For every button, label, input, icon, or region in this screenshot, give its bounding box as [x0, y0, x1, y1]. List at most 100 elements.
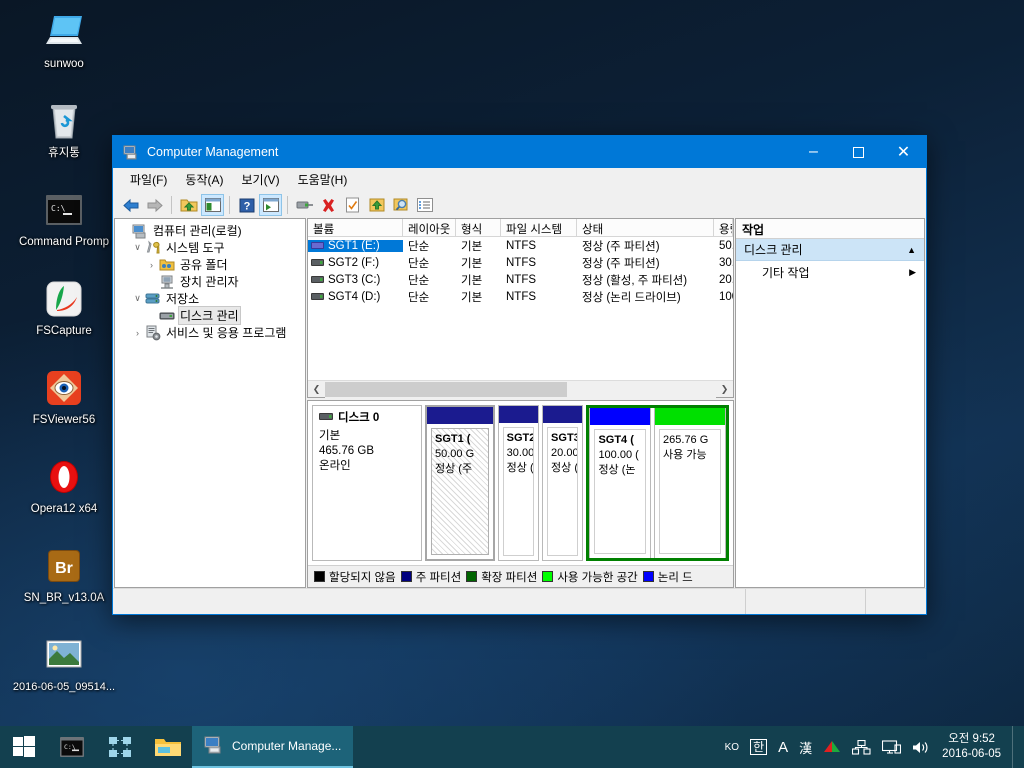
menu-file[interactable]: 파일(F) [121, 168, 176, 191]
ime-hanja-icon[interactable]: 漢 [794, 726, 817, 768]
column-header-capacity[interactable]: 용량 [714, 219, 733, 237]
cell-fs: NTFS [506, 239, 537, 252]
volume-list-rows: SGT1 (E:) 단순 기본 NTFS 정상 (주 파티션) 50.00 [308, 237, 733, 380]
partition-sgt1[interactable]: SGT1 ( 50.00 G 정상 (주 [425, 405, 495, 561]
desktop-icon-opera[interactable]: Opera12 x64 [0, 449, 128, 520]
legend-unallocated: 할당되지 않음 [314, 569, 396, 585]
maximize-button[interactable] [836, 136, 881, 168]
column-header-file-system[interactable]: 파일 시스템 [501, 219, 577, 237]
tree-item-computer-management[interactable]: 컴퓨터 관리(로컬) [117, 222, 303, 239]
tree-item-services-applications[interactable]: › 서비스 및 응용 프로그램 [117, 324, 303, 341]
partition-sgt2[interactable]: SGT2 ( 30.00 G 정상 (주 [497, 405, 540, 561]
actions-group-disk-management[interactable]: 디스크 관리 ▲ [736, 239, 924, 261]
input-language-label[interactable]: KO [720, 726, 744, 768]
table-row[interactable]: SGT2 (F:) 단순 기본 NTFS 정상 (주 파티션) 30.00 [308, 254, 733, 271]
partition-sgt3[interactable]: SGT3 20.00 ( 정상 (홀 [542, 405, 584, 561]
scrollbar-track[interactable] [325, 380, 716, 398]
partition-free-space[interactable]: 265.76 G 사용 가능 [654, 408, 726, 558]
table-row[interactable]: SGT3 (C:) 단순 기본 NTFS 정상 (활성, 주 파티션) 20.0… [308, 271, 733, 288]
desktop-icon-sunwoo[interactable]: sunwoo [0, 4, 128, 75]
chevron-up-icon[interactable]: ▲ [907, 245, 916, 255]
up-folder-icon[interactable] [177, 194, 200, 216]
task-view-icon [109, 737, 131, 757]
table-row[interactable]: SGT1 (E:) 단순 기본 NTFS 정상 (주 파티션) 50.00 [308, 237, 733, 254]
column-header-volume[interactable]: 볼륨 [308, 219, 403, 237]
desktop-icon-recycle-bin[interactable]: 휴지통 [0, 93, 128, 164]
chevron-right-icon[interactable]: ▶ [909, 267, 916, 278]
close-button[interactable]: ✕ [881, 136, 926, 168]
tree-item-system-tools[interactable]: ∨ 시스템 도구 [117, 239, 303, 256]
shared-folders-icon [159, 257, 175, 273]
cell-type: 기본 [461, 291, 483, 304]
ahnlab-icon[interactable] [818, 726, 846, 768]
status-pane-main [113, 589, 746, 614]
desktop-icon-label: FSCapture [36, 325, 92, 337]
drive-icon [311, 275, 324, 284]
search-icon[interactable] [389, 194, 412, 216]
disk-info-panel[interactable]: 디스크 0 기본 465.76 GB 온라인 [312, 405, 422, 561]
tree-item-shared-folders[interactable]: › 공유 폴더 [117, 256, 303, 273]
drive-icon [311, 292, 324, 301]
partition-sgt4[interactable]: SGT4 ( 100.00 ( 정상 (논 [589, 408, 652, 558]
menu-view[interactable]: 보기(V) [232, 168, 288, 191]
console-tree-pane[interactable]: 컴퓨터 관리(로컬) ∨ 시스템 도구 › 공유 폴더 장치 관리자 ∨ 저장소… [114, 218, 306, 588]
start-icon [13, 736, 35, 757]
window-body: 컴퓨터 관리(로컬) ∨ 시스템 도구 › 공유 폴더 장치 관리자 ∨ 저장소… [113, 218, 926, 588]
taskbar-button-computer-management[interactable]: Computer Manage... [192, 726, 354, 768]
scrollbar-thumb[interactable] [325, 381, 568, 397]
expander[interactable]: › [130, 328, 145, 338]
properties-icon[interactable] [293, 194, 316, 216]
tree-item-device-manager[interactable]: 장치 관리자 [117, 273, 303, 290]
computer-management-window: Computer Management – ✕ 파일(F) 동작(A) 보기(V… [112, 135, 927, 615]
tree-item-storage[interactable]: ∨ 저장소 [117, 290, 303, 307]
export-icon[interactable] [365, 194, 388, 216]
expander[interactable]: ∨ [130, 293, 145, 304]
desktop-icon-command-prompt[interactable]: C:\ Command Promp [0, 182, 128, 253]
display-icon[interactable] [877, 726, 906, 768]
refresh-icon[interactable] [341, 194, 364, 216]
network-icon[interactable] [847, 726, 876, 768]
taskbar-task-view[interactable] [96, 726, 144, 768]
storage-icon [145, 291, 161, 307]
delete-icon[interactable] [317, 194, 340, 216]
cell-volume-label: SGT2 (F:) [328, 256, 380, 269]
horizontal-scrollbar[interactable]: ❮ ❯ [308, 380, 733, 398]
tree-item-label: 장치 관리자 [180, 275, 239, 289]
table-row[interactable]: SGT4 (D:) 단순 기본 NTFS 정상 (논리 드라이브) 100.0 [308, 288, 733, 305]
column-header-layout[interactable]: 레이아웃 [403, 219, 456, 237]
menu-action[interactable]: 동작(A) [176, 168, 232, 191]
back-icon[interactable] [119, 194, 142, 216]
desktop-icon-fsviewer[interactable]: FSViewer56 [0, 360, 128, 431]
list-view-icon[interactable] [413, 194, 436, 216]
show-hide-action-pane-icon[interactable] [259, 194, 282, 216]
expander[interactable]: ∨ [130, 242, 145, 253]
taskbar-file-explorer[interactable] [144, 726, 192, 768]
show-desktop-button[interactable] [1012, 726, 1018, 768]
minimize-button[interactable]: – [791, 136, 836, 168]
help-icon[interactable]: ? [235, 194, 258, 216]
column-header-type[interactable]: 형식 [456, 219, 501, 237]
desktop-icon-bridge[interactable]: Br SN_BR_v13.0A [0, 538, 128, 609]
show-hide-console-tree-icon[interactable] [201, 194, 224, 216]
tree-item-label: 공유 폴더 [180, 258, 228, 272]
ime-hangul-icon[interactable]: 한 [745, 726, 772, 768]
scroll-left-icon[interactable]: ❮ [308, 384, 325, 395]
partition-size: 265.76 G [663, 434, 709, 446]
desktop-icon-screenshot-file[interactable]: 2016-06-05_09514... [0, 627, 128, 698]
taskbar-command-prompt[interactable]: C:\ [48, 726, 96, 768]
forward-icon[interactable] [143, 194, 166, 216]
menu-help[interactable]: 도움말(H) [289, 168, 357, 191]
volume-icon[interactable] [907, 726, 935, 768]
window-titlebar[interactable]: Computer Management – ✕ [113, 136, 926, 168]
scroll-right-icon[interactable]: ❯ [716, 384, 733, 395]
taskbar-clock[interactable]: 오전 9:52 2016-06-05 [936, 732, 1011, 762]
column-header-status[interactable]: 상태 [577, 219, 714, 237]
cell-fs: NTFS [506, 256, 537, 269]
desktop-icon-fscapture[interactable]: FSCapture [0, 271, 128, 342]
tree-item-disk-management[interactable]: 디스크 관리 [117, 306, 303, 325]
action-item-more-actions[interactable]: 기타 작업 ▶ [736, 261, 924, 283]
start-button[interactable] [0, 726, 48, 768]
ime-alpha-icon[interactable]: A [773, 726, 793, 768]
expander[interactable]: › [144, 260, 159, 270]
desktop-icon-label: Opera12 x64 [30, 503, 98, 515]
